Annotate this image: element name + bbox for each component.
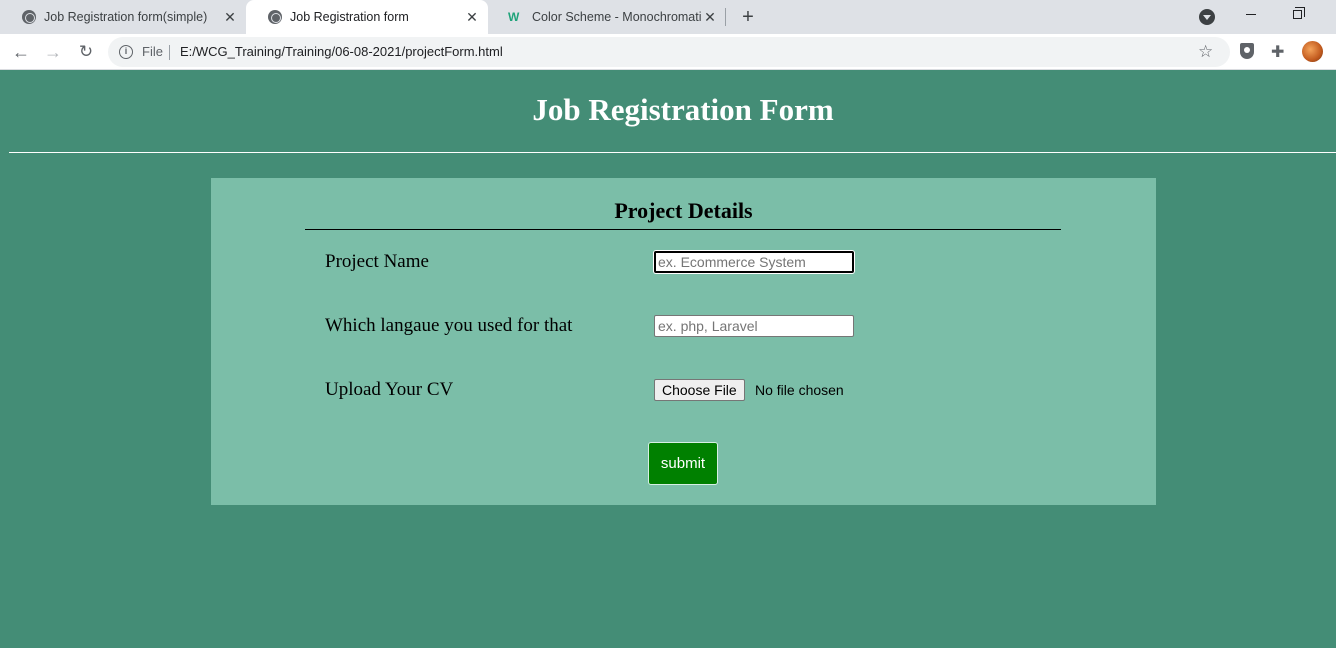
section-title: Project Details: [614, 198, 753, 223]
choose-file-button[interactable]: Choose File: [654, 379, 745, 401]
tab-strip: Job Registration form(simple) ✕ Job Regi…: [0, 0, 1336, 34]
browser-toolbar: ← → ↻ i File E:/WCG_Training/Training/06…: [0, 34, 1336, 70]
language-label: Which langaue you used for that: [325, 315, 573, 336]
w-logo-icon: W: [508, 10, 520, 24]
forward-arrow-icon[interactable]: →: [41, 40, 65, 64]
shield-extension-icon[interactable]: [1240, 43, 1254, 59]
close-tab-icon[interactable]: ✕: [464, 9, 480, 26]
tab-color-scheme[interactable]: W Color Scheme - Monochromatic ✕: [488, 0, 726, 34]
page-title: Job Registration Form: [532, 92, 834, 127]
reload-icon[interactable]: ↻: [74, 40, 98, 64]
close-tab-icon[interactable]: ✕: [702, 9, 718, 26]
project-details-panel: Project Details Project Name Which langa…: [211, 178, 1156, 505]
bookmark-star-icon[interactable]: ☆: [1198, 42, 1213, 62]
project-name-label: Project Name: [325, 251, 429, 272]
tab-title: Color Scheme - Monochromatic: [532, 10, 702, 24]
address-bar[interactable]: i File E:/WCG_Training/Training/06-08-20…: [108, 37, 1230, 67]
profile-avatar[interactable]: [1302, 41, 1323, 62]
section-divider: [305, 229, 1061, 230]
project-name-input[interactable]: [654, 251, 854, 273]
upload-cv-label: Upload Your CV: [325, 379, 454, 400]
restore-icon: [1292, 7, 1305, 20]
close-tab-icon[interactable]: ✕: [222, 9, 238, 26]
minimize-icon: [1246, 14, 1256, 16]
file-status-text: No file chosen: [755, 382, 844, 398]
submit-button[interactable]: submit: [648, 442, 718, 485]
globe-icon: [268, 10, 282, 24]
tab-title: Job Registration form: [290, 10, 409, 24]
tab-separator: [725, 8, 726, 26]
url-text[interactable]: E:/WCG_Training/Training/06-08-2021/proj…: [180, 44, 503, 59]
tab-title: Job Registration form(simple): [44, 10, 208, 24]
language-input[interactable]: [654, 315, 854, 337]
tab-search-icon[interactable]: [1199, 9, 1215, 25]
tab-job-registration[interactable]: Job Registration form ✕: [246, 0, 488, 34]
extensions-puzzle-icon[interactable]: ✚: [1271, 42, 1284, 62]
restore-button[interactable]: [1274, 0, 1320, 30]
minimize-button[interactable]: [1228, 0, 1274, 30]
globe-icon: [22, 10, 36, 24]
tab-job-registration-simple[interactable]: Job Registration form(simple) ✕: [0, 0, 246, 34]
info-icon[interactable]: i: [119, 45, 133, 59]
address-separator: [169, 45, 170, 60]
title-divider: [9, 152, 1336, 153]
new-tab-button[interactable]: +: [737, 6, 759, 28]
back-arrow-icon[interactable]: ←: [9, 40, 33, 64]
scheme-label: File: [142, 44, 163, 59]
